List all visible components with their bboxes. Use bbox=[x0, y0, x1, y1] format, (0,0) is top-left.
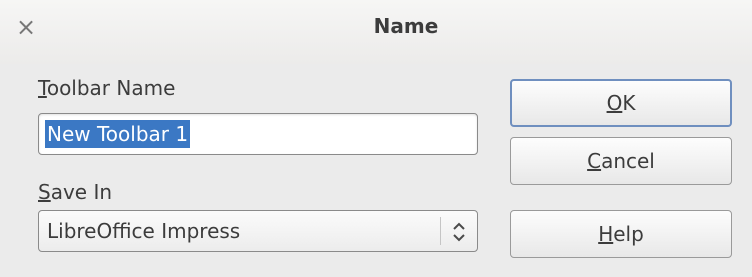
updown-chevron-icon bbox=[453, 222, 465, 242]
toolbar-name-field[interactable]: New Toolbar 1 bbox=[38, 113, 478, 155]
save-in-label: Save In bbox=[38, 180, 113, 204]
select-divider bbox=[440, 217, 441, 245]
save-in-select[interactable]: LibreOffice Impress bbox=[38, 210, 478, 252]
toolbar-name-label: Toolbar Name bbox=[38, 76, 176, 100]
save-in-value: LibreOffice Impress bbox=[47, 219, 241, 243]
toolbar-name-value: New Toolbar 1 bbox=[45, 120, 191, 148]
cancel-button[interactable]: Cancel bbox=[510, 137, 732, 185]
dialog-title: Name bbox=[373, 14, 439, 38]
title-bar: × Name bbox=[0, 0, 752, 64]
ok-button[interactable]: OK bbox=[510, 79, 732, 127]
help-button[interactable]: Help bbox=[510, 210, 732, 258]
